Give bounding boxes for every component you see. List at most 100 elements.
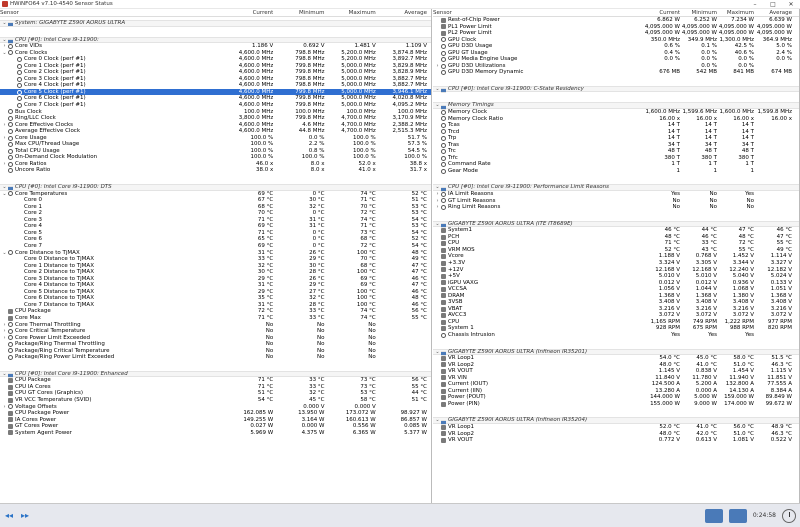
sensor-circle-icon — [17, 96, 22, 102]
sensor-name-cell: GPU D3D Memory Dynamic — [433, 69, 643, 76]
sensor-row[interactable]: Gear Mode 1 1 1 — [433, 168, 799, 175]
window-title: HWiNFO64 v7.10-4540 Sensor Status — [10, 1, 113, 7]
sensor-row[interactable]: › Ring Limit Reasons No No No — [433, 204, 799, 211]
sensor-name-cell: Package/Ring Power Limit Exceeded — [0, 354, 222, 361]
average-value: 99.672 W — [765, 400, 792, 407]
sensor-circle-icon — [8, 50, 13, 56]
chip-icon — [441, 227, 446, 233]
average-value: 55 °C — [411, 314, 427, 321]
current-value: No — [265, 354, 274, 361]
forward-arrows-icon[interactable]: ▸▸ — [18, 511, 32, 521]
clock-icon[interactable] — [782, 508, 796, 523]
sensor-circle-icon — [17, 83, 22, 89]
column-maximum[interactable]: Maximum — [325, 10, 376, 16]
sensor-row[interactable]: VR VOUT 0.772 V 0.613 V 1.081 V 0.522 V — [433, 437, 799, 444]
current-value: 5.969 W — [250, 429, 274, 436]
chip-icon — [441, 286, 446, 292]
sensor-name-cell: System Agent Power — [0, 430, 222, 437]
close-icon[interactable]: ✕ — [782, 0, 800, 9]
maximum-value: 1.081 V — [732, 437, 754, 444]
sensor-row[interactable]: Package/Ring Power Limit Exceeded No No No — [0, 354, 431, 361]
chip-icon — [441, 254, 446, 260]
back-arrows-icon[interactable]: ◂◂ — [2, 511, 16, 521]
sensor-label: VR VOUT — [448, 437, 473, 444]
column-average[interactable]: Average — [376, 10, 431, 16]
chip-icon — [441, 306, 446, 312]
sensor-circle-icon — [441, 168, 446, 174]
chip-icon — [441, 401, 446, 407]
current-value: Yes — [671, 331, 680, 338]
minimum-value: 8.0 x — [310, 167, 325, 174]
chip-icon — [441, 362, 446, 368]
column-sensor[interactable]: Sensor — [0, 10, 222, 16]
column-maximum[interactable]: Maximum — [717, 10, 754, 16]
sensor-name-cell: › Ring Limit Reasons — [433, 204, 643, 211]
title-bar: HWiNFO64 v7.10-4540 Sensor Status – □ ✕ — [0, 0, 800, 9]
current-value: 676 MB — [659, 69, 680, 76]
average-value: 0.522 V — [770, 437, 792, 444]
sensor-circle-icon — [8, 168, 13, 174]
sensor-circle-icon — [17, 63, 22, 69]
average-value: 5.377 W — [404, 429, 427, 436]
sensor-circle-icon — [8, 341, 13, 347]
minimize-icon[interactable]: – — [746, 0, 764, 9]
sensor-row[interactable]: System Agent Power 5.969 W 4.375 W 6.365 W 5… — [0, 430, 431, 437]
current-value: 0.772 V — [658, 437, 680, 444]
current-value: 155.000 W — [650, 400, 680, 407]
chip-icon — [441, 382, 446, 388]
current-value: 0.0 % — [664, 56, 680, 63]
column-current[interactable]: Current — [643, 10, 680, 16]
sensor-name-cell: VR VOUT — [433, 437, 643, 444]
sensor-circle-icon — [8, 161, 13, 167]
group-icon — [441, 88, 446, 94]
maximize-icon[interactable]: □ — [764, 0, 782, 9]
sensor-name-cell: Uncore Ratio — [0, 167, 222, 174]
chip-icon — [8, 309, 13, 315]
sensor-label: Chassis Intrusion — [448, 331, 495, 338]
sensor-circle-icon — [8, 128, 13, 134]
sensor-circle-icon — [8, 115, 13, 121]
column-sensor[interactable]: Sensor — [433, 10, 643, 16]
sensor-list-right: Rest-of-Chip Power 6.862 W 6.252 W 7.234 W6… — [433, 17, 799, 444]
spacer: ⌄ — [435, 85, 440, 92]
sensor-circle-icon — [441, 57, 446, 63]
chip-icon — [441, 424, 446, 430]
sensor-pane-left[interactable]: Sensor Current Minimum Maximum Average ⌄… — [0, 9, 432, 503]
sensor-circle-icon — [8, 148, 13, 154]
minimum-value: Yes — [708, 331, 717, 338]
sensor-label: CPU [#0]: Intel Core i9-11900: C-State R… — [448, 85, 584, 92]
column-average[interactable]: Average — [754, 10, 798, 16]
network-icon[interactable] — [704, 508, 723, 523]
sensor-pane-right[interactable]: Sensor Current Minimum Maximum Average R… — [433, 9, 800, 503]
minimum-value: 4.375 W — [301, 429, 325, 436]
minimum-value: 542 MB — [696, 69, 717, 76]
average-value: 674 MB — [771, 69, 792, 76]
settings-icon[interactable] — [728, 508, 747, 523]
sensor-circle-icon — [441, 50, 446, 56]
sensor-circle-icon — [8, 322, 13, 328]
column-minimum[interactable]: Minimum — [273, 10, 325, 16]
minimum-value: 1 — [713, 167, 718, 174]
sensor-row[interactable]: Uncore Ratio 38.0 x 8.0 x 41.0 x 31.7 x — [0, 167, 431, 174]
sensor-row[interactable]: GPU D3D Memory Dynamic 676 MB 542 MB 841 MB… — [433, 69, 799, 76]
sensor-row[interactable]: Chassis Intrusion Yes Yes Yes — [433, 332, 799, 339]
chip-icon — [441, 241, 446, 247]
column-current[interactable]: Current — [222, 10, 274, 16]
minimum-value: No — [317, 354, 325, 361]
sensor-circle-icon — [441, 204, 446, 210]
window-controls: – □ ✕ — [746, 0, 800, 9]
current-value: 1 — [676, 167, 681, 174]
sensor-name-cell: Chassis Intrusion — [433, 332, 643, 339]
sensor-label: System Agent Power — [15, 429, 72, 436]
chip-icon — [441, 326, 446, 332]
column-minimum[interactable]: Minimum — [680, 10, 718, 16]
current-value: 38.0 x — [256, 167, 274, 174]
expand-toggle-icon[interactable]: › — [435, 204, 440, 211]
chip-icon — [8, 315, 13, 321]
sensor-row[interactable]: Power (PIN) 155.000 W 9.000 W 174.000 W 99.6… — [433, 401, 799, 408]
sensor-circle-icon — [17, 70, 22, 76]
chip-icon — [441, 437, 446, 443]
sensor-circle-icon — [8, 250, 13, 256]
